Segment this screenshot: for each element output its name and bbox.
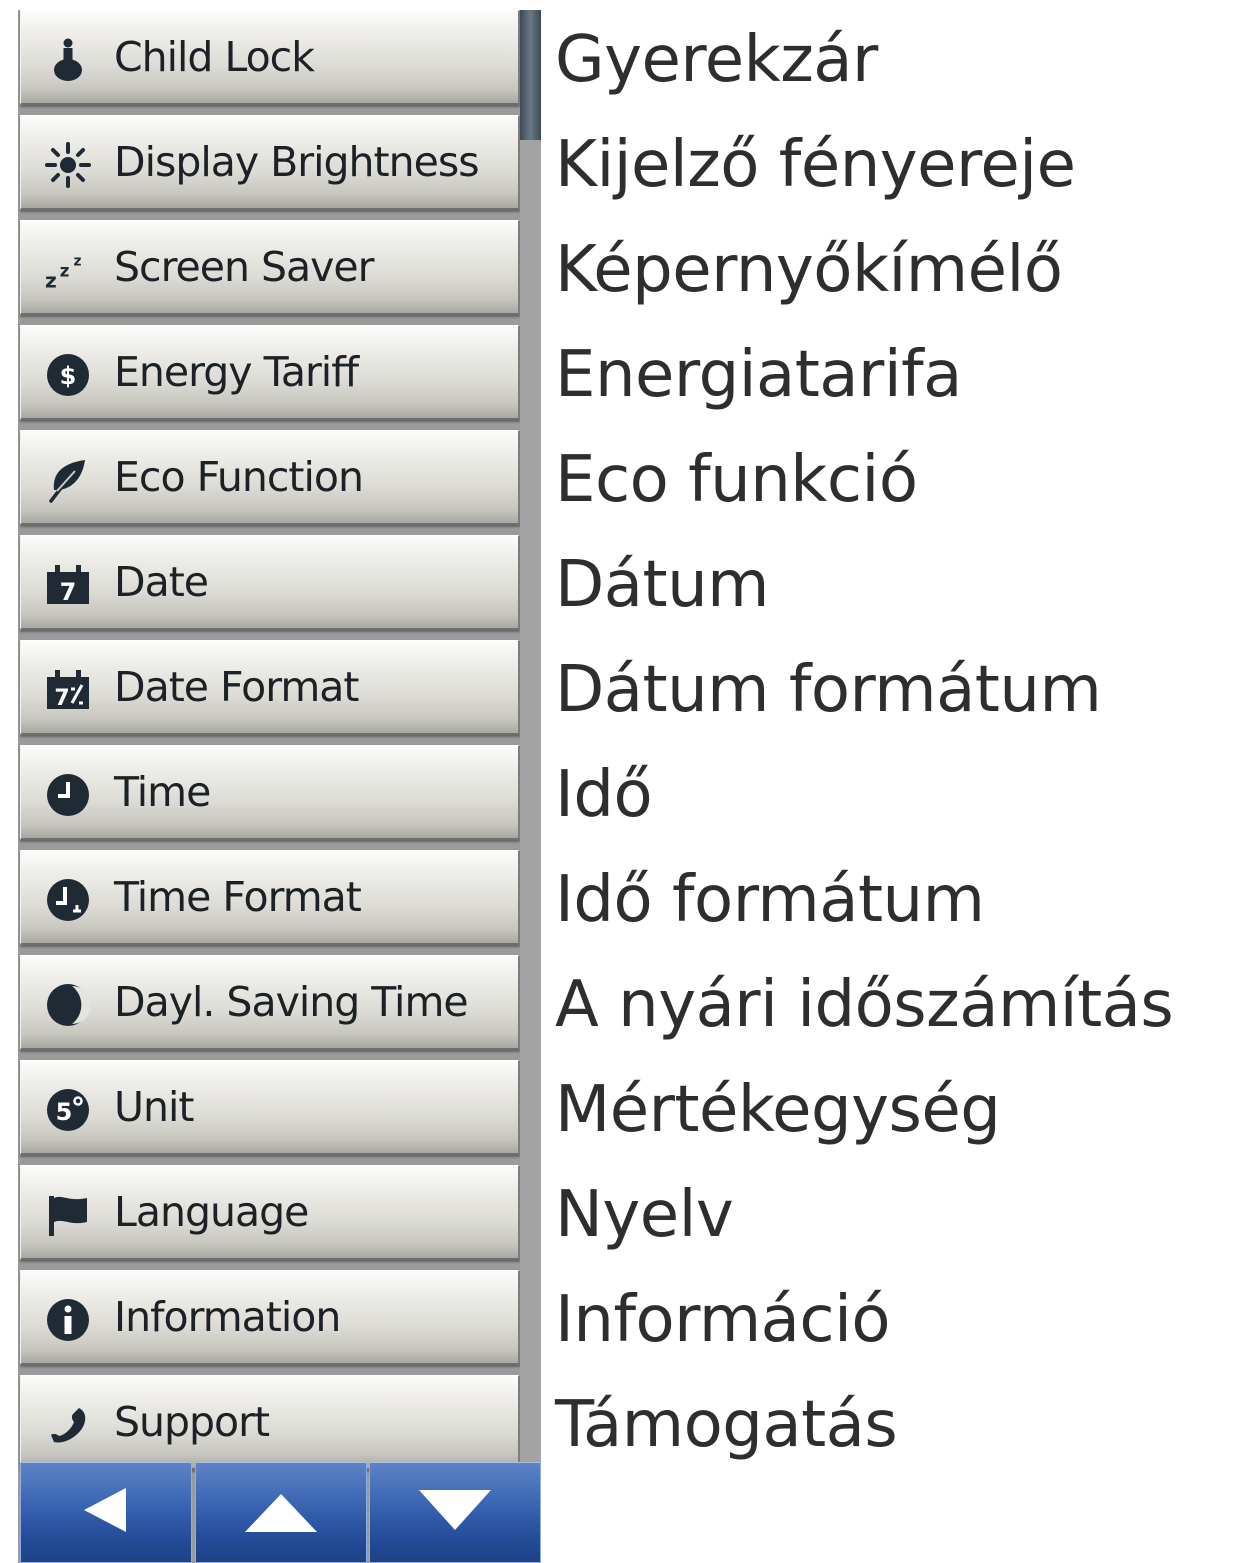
translation-label: A nyári időszámítás xyxy=(555,968,1174,1042)
svg-text:5: 5 xyxy=(56,1098,73,1126)
translation-label: Idő xyxy=(555,758,653,832)
unit-button[interactable]: 5 Unit xyxy=(20,1060,520,1155)
energy-tariff-button[interactable]: $ Energy Tariff xyxy=(20,325,520,420)
scrollbar-thumb[interactable] xyxy=(520,10,541,140)
dollar-coin-icon: $ xyxy=(45,352,91,398)
svg-text:7: 7 xyxy=(54,686,69,711)
eco-function-button[interactable]: Eco Function xyxy=(20,430,520,525)
menu-item-label: Language xyxy=(114,1188,309,1236)
screen-saver-button[interactable]: zzz Screen Saver xyxy=(20,220,520,315)
svg-text:z: z xyxy=(45,268,57,292)
support-button[interactable]: Support xyxy=(20,1375,520,1470)
time-format-button[interactable]: Time Format xyxy=(20,850,520,945)
menu-item-label: Information xyxy=(114,1293,341,1341)
svg-text:z: z xyxy=(60,261,70,280)
display-brightness-button[interactable]: Display Brightness xyxy=(20,115,520,210)
menu-item-label: Date xyxy=(114,558,209,606)
translation-label: Dátum formátum xyxy=(555,653,1102,727)
menu-item-label: Time Format xyxy=(114,873,362,921)
scroll-up-button[interactable] xyxy=(195,1462,367,1563)
menu-item-label: Time xyxy=(114,768,211,816)
translation-label: Képernyőkímélő xyxy=(555,233,1063,307)
menu-item-label: Support xyxy=(114,1398,270,1446)
translation-label: Eco funkció xyxy=(555,443,918,517)
arrow-up-icon xyxy=(241,1480,321,1545)
translation-label: Nyelv xyxy=(555,1178,734,1252)
back-button[interactable] xyxy=(20,1462,192,1563)
half-moon-icon xyxy=(45,982,91,1028)
settings-menu-panel: Child Lock Display Brightness zzz Screen… xyxy=(18,10,541,1563)
menu-item-label: Eco Function xyxy=(114,453,364,501)
translation-label: Mértékegység xyxy=(555,1073,1001,1147)
info-icon xyxy=(45,1297,91,1343)
daylight-saving-time-button[interactable]: Dayl. Saving Time xyxy=(20,955,520,1050)
menu-item-label: Display Brightness xyxy=(114,138,480,186)
scroll-down-button[interactable] xyxy=(369,1462,541,1563)
svg-text:7: 7 xyxy=(60,578,77,606)
svg-text:z: z xyxy=(74,253,82,269)
phone-handset-icon xyxy=(45,1402,91,1448)
translation-label: Támogatás xyxy=(555,1388,898,1462)
calendar-format-icon: 7 xyxy=(45,667,91,713)
menu-item-label: Dayl. Saving Time xyxy=(114,978,469,1026)
menu-item-label: Unit xyxy=(114,1083,194,1131)
translation-label: Információ xyxy=(555,1283,891,1357)
menu-item-label: Screen Saver xyxy=(114,243,374,291)
child-lock-button[interactable]: Child Lock xyxy=(20,10,520,105)
date-button[interactable]: 7 Date xyxy=(20,535,520,630)
translation-label: Kijelző fényereje xyxy=(555,128,1076,202)
sleep-zzz-icon: zzz xyxy=(45,247,91,293)
degree-unit-icon: 5 xyxy=(45,1087,91,1133)
translation-label: Gyerekzár xyxy=(555,23,878,97)
translation-label: Idő formátum xyxy=(555,863,985,937)
menu-item-label: Date Format xyxy=(114,663,360,711)
clock-format-icon xyxy=(45,877,91,923)
menu-item-label: Child Lock xyxy=(114,33,315,81)
leaf-icon xyxy=(45,457,91,503)
clock-icon xyxy=(45,772,91,818)
time-button[interactable]: Time xyxy=(20,745,520,840)
language-button[interactable]: Language xyxy=(20,1165,520,1260)
information-button[interactable]: Information xyxy=(20,1270,520,1365)
arrow-down-icon xyxy=(415,1480,495,1545)
brightness-icon xyxy=(45,142,91,188)
arrow-left-icon xyxy=(76,1480,136,1545)
translation-label: Energiatarifa xyxy=(555,338,962,412)
flag-icon xyxy=(45,1192,91,1238)
svg-text:$: $ xyxy=(60,362,77,390)
child-lock-icon xyxy=(45,37,91,83)
calendar-icon: 7 xyxy=(45,562,91,608)
scrollbar-track[interactable] xyxy=(520,10,541,1472)
menu-item-label: Energy Tariff xyxy=(114,348,359,396)
translation-label: Dátum xyxy=(555,548,770,622)
date-format-button[interactable]: 7 Date Format xyxy=(20,640,520,735)
